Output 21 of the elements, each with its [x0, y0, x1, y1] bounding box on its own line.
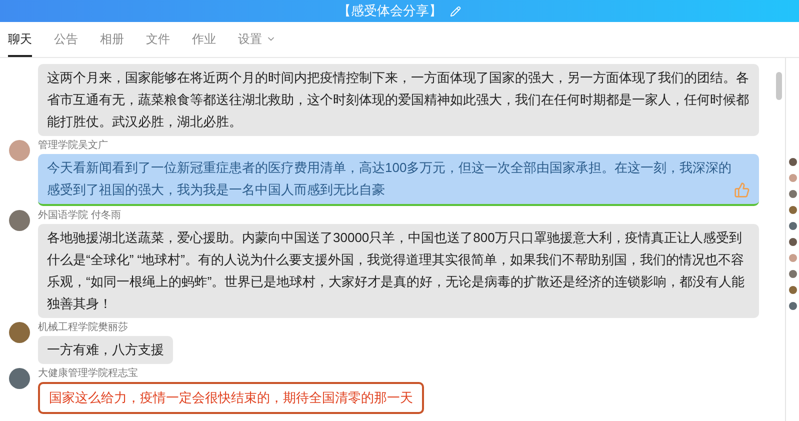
message-text: 国家这么给力，疫情一定会很快结束的，期待全国清零的那一天 — [49, 389, 413, 407]
tab[interactable]: 公告 — [54, 30, 78, 57]
tab[interactable]: 聊天 — [8, 30, 32, 57]
tab[interactable]: 文件 — [146, 30, 170, 57]
thumbs-up-icon — [734, 182, 750, 198]
tab[interactable]: 设置 — [238, 30, 276, 57]
tab[interactable]: 相册 — [100, 30, 124, 57]
avatar[interactable] — [9, 210, 30, 231]
message-text: 各地驰援湖北送蔬菜，爱心援助。内蒙向中国送了30000只羊，中国也送了800万只口罩驰援意大利，疫情真正让人感受到什么是“全球化” “地球村”。有的人说为什么要支援外国，我觉得道理其实很简单，如果我们不帮助别国，我们的情况也不容乐观，“如同一根绳上的蚂蚱”。世界已是地球村，大家好才是真的好，无论是病毒的扩散还是经济的连锁影响，都没有人能独善其身！ — [47, 229, 746, 313]
window-title: 【感受体会分享】 — [338, 2, 442, 20]
sender-name: 管理学院吴文广 — [38, 140, 109, 152]
message-text: 今天看新闻看到了一位新冠重症患者的医疗费用清单，高达100多万元，但这一次全部由国家承担。在这一刻，我深深的感受到了祖国的强大，我为我是一名中国人而感到无比自豪 — [47, 159, 732, 199]
message-text: 这两个月来，国家能够在将近两个月的时间内把疫情控制下来，一方面体现了国家的强大，另一方面体现了我们的团结。各省市互通有无，蔬菜粮食等都送往湖北救助，这个时刻体现的爱国精神如此强大，我们在任何时期都是一家人，任何时候都能打胜仗。武汉必胜，湖北必胜。 — [47, 69, 750, 131]
tab[interactable]: 作业 — [192, 30, 216, 57]
avatar[interactable] — [9, 368, 30, 389]
message-text: 一方有难，八方支援 — [47, 341, 164, 359]
avatar[interactable] — [9, 322, 30, 343]
edit-icon[interactable] — [450, 6, 461, 16]
sender-name: 大健康管理学院程志宝 — [38, 368, 139, 380]
sender-name: 机械工程学院樊丽莎 — [38, 322, 129, 334]
sender-name: 外国语学院 付冬雨 — [38, 210, 122, 222]
